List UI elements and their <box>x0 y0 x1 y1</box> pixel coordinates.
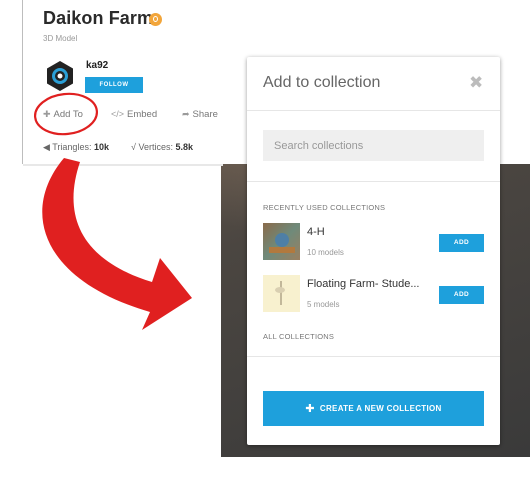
plus-icon: ✚ <box>43 109 51 119</box>
triangles-value: 10k <box>93 142 109 152</box>
collection-name: 4-H <box>307 226 325 238</box>
modal-title: Add to collection <box>263 74 381 91</box>
divider <box>247 181 500 182</box>
vertices-label: Vertices: <box>138 142 173 152</box>
collection-thumbnail <box>263 223 300 260</box>
code-icon: </> <box>111 109 125 119</box>
add-button[interactable]: ADD <box>439 234 484 252</box>
add-to-collection-modal: Add to collection ✖ RECENTLY USED COLLEC… <box>247 57 500 445</box>
share-label: Share <box>192 109 218 120</box>
create-collection-label: CREATE A NEW COLLECTION <box>319 404 442 413</box>
vertex-icon: √ <box>131 142 136 152</box>
red-arrow-icon <box>42 158 193 330</box>
embed-button[interactable]: </> Embed <box>111 109 157 120</box>
orange-badge-icon <box>149 13 162 26</box>
triangles-label: Triangles: <box>52 142 92 152</box>
plus-icon: ✚ <box>305 403 315 415</box>
add-to-button[interactable]: ✚ Add To <box>43 109 83 120</box>
create-new-collection-button[interactable]: ✚ CREATE A NEW COLLECTION <box>263 391 484 426</box>
close-icon[interactable]: ✖ <box>469 73 483 93</box>
collection-thumbnail <box>263 275 300 312</box>
divider <box>247 356 500 357</box>
add-to-label: Add To <box>53 109 83 120</box>
collection-item[interactable]: 4-H 10 models ADD <box>263 223 484 263</box>
add-button[interactable]: ADD <box>439 286 484 304</box>
vertices-value: 5.8k <box>175 142 194 152</box>
username[interactable]: ka92 <box>86 60 108 71</box>
divider <box>247 110 500 111</box>
triangle-icon: ◀ <box>43 142 50 152</box>
avatar[interactable] <box>45 60 75 92</box>
model-stats: ◀ Triangles: 10k √ Vertices: 5.8k <box>43 142 193 153</box>
embed-label: Embed <box>127 109 158 120</box>
share-arrow-icon: ➦ <box>182 109 190 119</box>
search-collections-input[interactable] <box>263 130 484 161</box>
collection-count: 5 models <box>307 300 340 309</box>
collection-name: Floating Farm- Stude... <box>307 278 420 290</box>
all-collections-heading: ALL COLLECTIONS <box>263 332 335 341</box>
recent-collections-heading: RECENTLY USED COLLECTIONS <box>263 203 386 212</box>
collection-item[interactable]: Floating Farm- Stude... 5 models ADD <box>263 275 484 315</box>
model-title: Daikon Farm <box>43 8 154 28</box>
share-button[interactable]: ➦ Share <box>182 109 218 120</box>
follow-button[interactable]: FOLLOW <box>85 77 143 93</box>
model-subtitle: 3D Model <box>43 34 78 43</box>
header-divider <box>23 164 223 166</box>
vertices-stat: √ Vertices: 5.8k <box>131 142 193 152</box>
collection-count: 10 models <box>307 248 344 257</box>
